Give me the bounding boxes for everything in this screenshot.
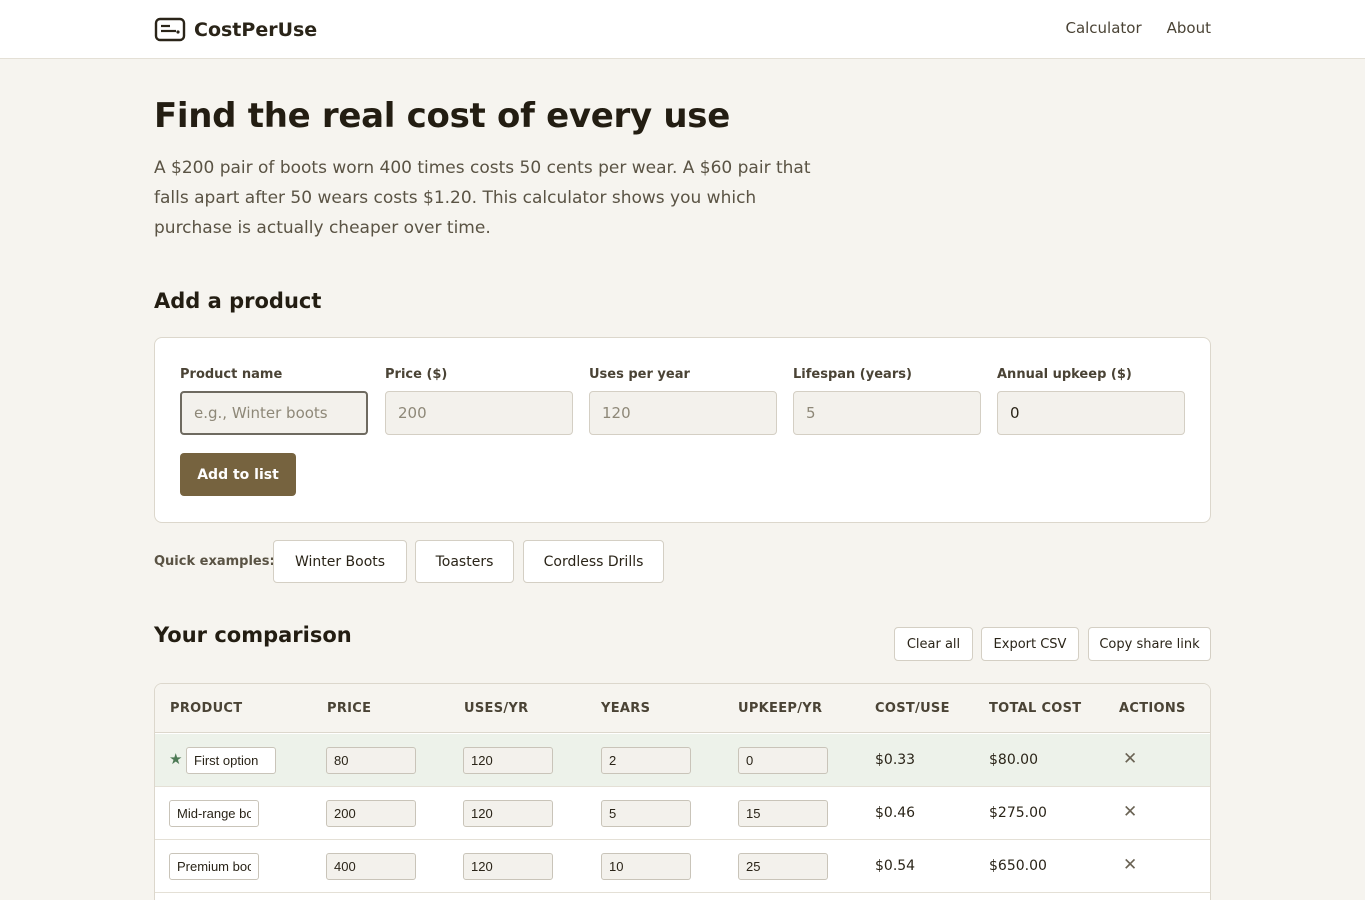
column-price: PRICE [327, 701, 372, 716]
table-header: PRODUCT PRICE USES/YR YEARS UPKEEP/YR CO… [155, 684, 1210, 733]
row-uses-input[interactable] [463, 747, 553, 774]
price-input[interactable] [385, 391, 573, 435]
column-actions: ACTIONS [1119, 701, 1186, 716]
row-total-cost: $80.00 [989, 752, 1038, 768]
row-upkeep-input[interactable] [738, 853, 828, 880]
export-csv-button[interactable]: Export CSV [981, 627, 1079, 661]
uses-per-year-field: Uses per year [589, 367, 777, 435]
brand-name: CostPerUse [194, 19, 318, 41]
product-name-field: Product name [180, 367, 368, 435]
example-winter-boots-button[interactable]: Winter Boots [273, 540, 407, 583]
price-label: Price ($) [385, 367, 448, 382]
add-to-list-button[interactable]: Add to list [180, 453, 296, 496]
close-icon[interactable]: ✕ [1123, 802, 1137, 822]
comparison-title: Your comparison [154, 623, 352, 647]
add-product-card: Product name Price ($) Uses per year Lif… [154, 337, 1211, 523]
wallet-icon [154, 17, 186, 42]
example-cordless-drills-button[interactable]: Cordless Drills [523, 540, 664, 583]
annual-upkeep-field: Annual upkeep ($) [997, 367, 1185, 435]
row-price-input[interactable] [326, 747, 416, 774]
product-name-input[interactable] [180, 391, 368, 435]
row-cost-per-use: $0.54 [875, 858, 916, 874]
row-price-input[interactable] [326, 853, 416, 880]
product-name-label: Product name [180, 367, 283, 382]
quick-examples-label: Quick examples: [154, 554, 275, 569]
row-total-cost: $275.00 [989, 805, 1047, 821]
row-uses-input[interactable] [463, 800, 553, 827]
lifespan-label: Lifespan (years) [793, 367, 912, 382]
uses-per-year-label: Uses per year [589, 367, 690, 382]
close-icon[interactable]: ✕ [1123, 749, 1137, 769]
add-product-title: Add a product [154, 289, 322, 313]
row-years-input[interactable] [601, 800, 691, 827]
lifespan-input[interactable] [793, 391, 981, 435]
close-icon[interactable]: ✕ [1123, 855, 1137, 875]
star-icon: ★ [169, 750, 183, 768]
row-name-input[interactable] [169, 800, 259, 827]
table-row: $0.46 $275.00 ✕ [155, 787, 1210, 840]
comparison-table: PRODUCT PRICE USES/YR YEARS UPKEEP/YR CO… [154, 683, 1211, 900]
main-nav: Calculator About [1065, 19, 1211, 37]
row-years-input[interactable] [601, 747, 691, 774]
top-bar: CostPerUse Calculator About [0, 0, 1365, 59]
table-row: $0.54 $650.00 ✕ [155, 840, 1210, 893]
row-years-input[interactable] [601, 853, 691, 880]
page-description: A $200 pair of boots worn 400 times cost… [154, 158, 811, 238]
row-uses-input[interactable] [463, 853, 553, 880]
lifespan-field: Lifespan (years) [793, 367, 981, 435]
example-toasters-button[interactable]: Toasters [415, 540, 514, 583]
row-upkeep-input[interactable] [738, 747, 828, 774]
table-row: ★ $0.33 $80.00 ✕ [155, 734, 1210, 787]
clear-all-button[interactable]: Clear all [894, 627, 973, 661]
brand[interactable]: CostPerUse [154, 16, 317, 44]
uses-per-year-input[interactable] [589, 391, 777, 435]
column-product: PRODUCT [170, 701, 243, 716]
page-title: Find the real cost of every use [154, 96, 730, 136]
column-cost-per-use: COST/USE [875, 701, 950, 716]
nav-calculator[interactable]: Calculator [1065, 19, 1141, 37]
nav-about[interactable]: About [1167, 19, 1211, 37]
column-total-cost: TOTAL COST [989, 701, 1082, 716]
row-name-input[interactable] [186, 747, 276, 774]
annual-upkeep-label: Annual upkeep ($) [997, 367, 1132, 382]
copy-share-link-button[interactable]: Copy share link [1088, 627, 1211, 661]
row-cost-per-use: $0.33 [875, 752, 916, 768]
row-cost-per-use: $0.46 [875, 805, 916, 821]
row-price-input[interactable] [326, 800, 416, 827]
price-field: Price ($) [385, 367, 573, 435]
row-total-cost: $650.00 [989, 858, 1047, 874]
column-years: YEARS [601, 701, 651, 716]
row-upkeep-input[interactable] [738, 800, 828, 827]
column-uses: USES/YR [464, 701, 529, 716]
annual-upkeep-input[interactable] [997, 391, 1185, 435]
column-upkeep: UPKEEP/YR [738, 701, 823, 716]
row-name-input[interactable] [169, 853, 259, 880]
